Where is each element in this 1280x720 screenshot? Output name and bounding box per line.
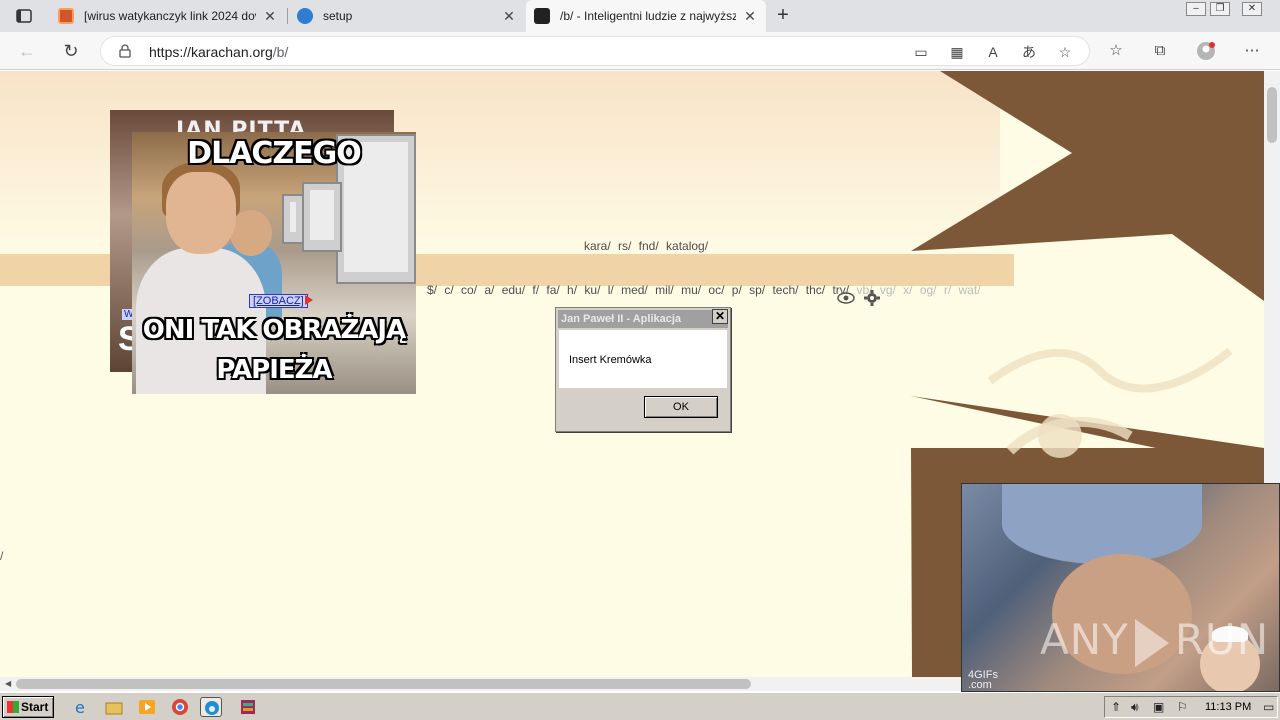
lock-icon (119, 44, 131, 58)
edge-icon[interactable] (200, 697, 222, 717)
refresh-icon[interactable]: ↻ (60, 40, 82, 62)
app-available-icon[interactable]: ▭ (911, 42, 931, 62)
clock[interactable]: 11:13 PM (1205, 701, 1251, 713)
dialog-message: Insert Kremówka (569, 354, 652, 366)
horizontal-scroll-thumb[interactable] (16, 679, 751, 689)
vertical-scroll-thumb[interactable] (1267, 87, 1277, 143)
tab-karachan[interactable]: /b/ - Inteligentni ludzie z najwyższ ✕ (526, 0, 766, 32)
favorites-icon[interactable]: ☆ (1106, 41, 1126, 61)
alert-dialog: Jan Paweł II - Aplikacja ✕ Insert Kremów… (555, 307, 731, 432)
gif-watermark: 4GIFs .com (968, 670, 998, 691)
board-nav-main[interactable]: $/ c/ co/ a/ edu/ f/ fa/ h/ ku/ l/ med/ … (427, 283, 981, 297)
url-path: /b/ (272, 44, 289, 60)
board-links[interactable]: $/ c/ co/ a/ edu/ f/ fa/ h/ ku/ l/ med/ … (427, 283, 849, 297)
edge-favicon-icon (297, 8, 313, 24)
gif-watermark-line-2: .com (968, 679, 992, 691)
board-nav-top[interactable]: kara/ rs/ fnd/ katalog/ (584, 239, 708, 253)
more-menu-icon[interactable]: ⋯ (1242, 41, 1262, 61)
new-tab-button[interactable]: + (772, 4, 794, 26)
meme-bottom-line-1: ONI TAK OBRAŻAJĄ (142, 315, 406, 345)
chrome-icon[interactable] (169, 697, 191, 717)
monitor-image (302, 182, 342, 252)
screen: [wirus watykanczyk link 2024 dov ✕ setup… (0, 0, 1280, 720)
back-arrow-icon[interactable]: ← (16, 40, 38, 62)
monitor-image (282, 194, 304, 244)
start-label: Start (21, 700, 49, 714)
meme-bottom-line-2: PAPIEŻA (216, 355, 332, 385)
anyrun-right: RUN (1174, 615, 1270, 664)
browser-toolbar: ← ↻ https://karachan.org/b/ ▭ ▦ A あ ☆ ☆ … (0, 32, 1280, 70)
svg-text:e: e (75, 698, 85, 717)
collections-icon[interactable]: ⧉ (1150, 41, 1170, 61)
zobacz-link[interactable]: [ZOBACZ] (249, 294, 308, 308)
left-slash-text: / (0, 549, 4, 563)
ie-icon[interactable]: e (70, 697, 92, 717)
show-hidden-icons-icon[interactable]: ⇑ (1111, 700, 1121, 714)
anyrun-play-icon (1134, 618, 1169, 667)
tab-setup[interactable]: setup ✕ (289, 0, 525, 32)
eye-icon[interactable] (837, 291, 855, 305)
apps-grid-icon[interactable]: ▦ (947, 42, 967, 62)
close-icon[interactable]: ✕ (262, 8, 278, 25)
taskbar: Start e ⇑ 🔊︎ ▣ ⚐ 11:13 PM ▭ (0, 692, 1280, 720)
ok-button[interactable]: OK (644, 396, 718, 418)
tab-wirus[interactable]: [wirus watykanczyk link 2024 dov ✕ (50, 0, 286, 32)
dialog-title: Jan Paweł II - Aplikacja (558, 310, 728, 328)
gif-figure (1002, 484, 1202, 564)
minimize-button[interactable]: – (1186, 2, 1206, 16)
system-tray: ⇑ 🔊︎ ▣ ⚐ 11:13 PM ▭ (1104, 696, 1278, 718)
meme-top-text: DLACZEGO (187, 136, 362, 171)
show-desktop-icon[interactable]: ▭ (1263, 700, 1274, 714)
gear-icon[interactable] (864, 290, 880, 306)
restore-button[interactable]: ❐ (1210, 2, 1230, 16)
url-text[interactable]: https://karachan.org/b/ (149, 44, 288, 60)
browser-tab-strip: [wirus watykanczyk link 2024 dov ✕ setup… (0, 0, 1280, 32)
winrar-icon[interactable] (237, 697, 259, 717)
tab-separator (287, 8, 288, 24)
add-favorite-icon[interactable]: ☆ (1055, 42, 1075, 62)
dialog-close-icon[interactable]: ✕ (712, 309, 728, 324)
anyrun-left: ANY (1040, 615, 1129, 664)
window-close-button[interactable]: ✕ (1242, 2, 1262, 16)
volume-icon[interactable]: 🔊︎ (1131, 700, 1139, 715)
meme-figure (230, 210, 272, 256)
close-icon[interactable]: ✕ (742, 8, 758, 25)
tab-actions-icon[interactable] (10, 5, 38, 27)
play-arrow-icon (305, 295, 313, 305)
tab-title: [wirus watykanczyk link 2024 dov (84, 9, 256, 23)
meme-figure (166, 172, 236, 254)
url-domain: https://karachan.org (149, 44, 273, 60)
anyrun-watermark: ANY RUN (1040, 615, 1269, 667)
action-center-flag-icon[interactable]: ⚐ (1177, 700, 1188, 714)
site-favicon-icon (58, 8, 74, 24)
profile-avatar-icon[interactable] (1196, 41, 1216, 61)
horizontal-scrollbar[interactable]: ◀ (0, 677, 961, 691)
meme-image-front[interactable]: DLACZEGO ONI TAK OBRAŻAJĄ PAPIEŻA (132, 132, 416, 394)
network-icon[interactable]: ▣ (1153, 700, 1164, 714)
close-icon[interactable]: ✕ (501, 8, 517, 25)
media-player-icon[interactable] (136, 697, 158, 717)
meme-bottom-text: ONI TAK OBRAŻAJĄ PAPIEŻA (132, 310, 416, 390)
tab-title: /b/ - Inteligentni ludzie z najwyższ (560, 9, 736, 23)
address-bar[interactable]: https://karachan.org/b/ ▭ ▦ A あ ☆ (100, 36, 1090, 66)
folder-icon[interactable] (103, 697, 125, 717)
karachan-favicon-icon (534, 8, 550, 24)
tab-title: setup (323, 9, 353, 23)
windows-logo-icon (7, 701, 19, 713)
read-aloud-icon[interactable]: A (983, 42, 1003, 62)
start-button[interactable]: Start (2, 696, 54, 718)
dialog-body: Insert Kremówka (559, 330, 727, 388)
scroll-left-icon[interactable]: ◀ (5, 679, 11, 688)
translate-icon[interactable]: あ (1019, 42, 1039, 62)
